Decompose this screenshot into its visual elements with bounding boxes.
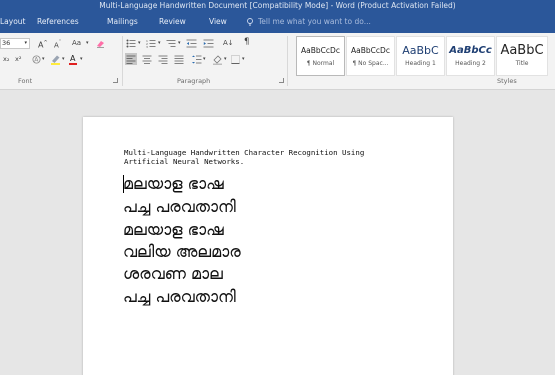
chevron-down-icon[interactable]: ▾ xyxy=(203,54,206,65)
malayalam-line: വലിയ അലമാര xyxy=(123,242,241,261)
paragraph-dialog-launcher-icon[interactable] xyxy=(279,78,284,83)
chevron-down-icon[interactable]: ▾ xyxy=(80,54,83,65)
window-title: Multi-Language Handwritten Document [Com… xyxy=(99,1,456,10)
malayalam-line: മലയാള ഭാഷ xyxy=(123,220,224,239)
chevron-down-icon[interactable]: ▾ xyxy=(24,39,27,48)
style-heading-1[interactable]: AaBbC Heading 1 xyxy=(396,36,445,76)
ribbon-tab-bar: Layout References Mailings Review View T… xyxy=(0,11,555,33)
style-sample: AaBbC xyxy=(402,44,439,57)
chevron-down-icon[interactable]: ▾ xyxy=(242,54,245,65)
malayalam-line: പച്ച പരവതാനി xyxy=(123,287,236,306)
styles-group-label: Styles xyxy=(497,77,517,85)
malayalam-line: ശരവണ മാല xyxy=(123,264,223,283)
font-size-value: 36 xyxy=(2,39,11,47)
document-page[interactable]: Multi-Language Handwritten Character Rec… xyxy=(83,117,453,375)
line-spacing-icon[interactable] xyxy=(192,55,202,64)
highlighter-icon[interactable] xyxy=(50,54,61,65)
shading-icon[interactable] xyxy=(212,54,223,65)
tab-view[interactable]: View xyxy=(209,11,227,33)
font-color-label: A xyxy=(70,54,76,63)
style-sample: AaBbC xyxy=(500,43,544,58)
document-heading-line-1: Multi-Language Handwritten Character Rec… xyxy=(124,148,365,157)
change-case-button[interactable]: Aa xyxy=(72,38,81,49)
chevron-down-icon[interactable]: ▾ xyxy=(158,38,161,49)
sort-icon[interactable]: A↓ xyxy=(223,38,234,49)
document-heading-line-2: Artificial Neural Networks. xyxy=(124,157,245,166)
increase-indent-icon[interactable] xyxy=(203,39,214,48)
decrease-indent-icon[interactable] xyxy=(186,39,197,48)
superscript-icon[interactable]: x² xyxy=(15,54,21,65)
tell-me-search[interactable]: Tell me what you want to do... xyxy=(258,11,371,33)
style-name: Title xyxy=(515,60,529,67)
grow-font-button[interactable]: A^ xyxy=(38,38,48,51)
style-title[interactable]: AaBbC Title xyxy=(496,36,548,76)
style-no-spacing[interactable]: AaBbCcDc ¶ No Spac... xyxy=(346,36,395,76)
align-center-icon[interactable] xyxy=(142,55,152,64)
style-name: ¶ Normal xyxy=(306,60,335,67)
chevron-down-icon[interactable]: ▾ xyxy=(224,54,227,65)
chevron-down-icon[interactable]: ▾ xyxy=(178,38,181,49)
numbering-icon[interactable]: 1 2 3 xyxy=(146,39,156,48)
borders-icon[interactable] xyxy=(231,55,240,64)
style-sample: AaBbCc xyxy=(449,45,492,56)
bullets-icon[interactable] xyxy=(126,39,136,48)
style-sample: AaBbCcDc xyxy=(301,46,340,55)
malayalam-line: പച്ച പരവതാനി xyxy=(123,197,236,216)
shrink-font-button[interactable]: Aˇ xyxy=(54,38,61,51)
chevron-down-icon[interactable]: ▾ xyxy=(42,54,45,65)
show-formatting-marks-icon[interactable]: ¶ xyxy=(244,37,249,48)
svg-text:3: 3 xyxy=(146,45,148,48)
style-name: Heading 2 xyxy=(455,60,486,67)
style-name: ¶ No Spac... xyxy=(352,60,389,67)
malayalam-line: മലയാള ഭാഷ xyxy=(123,174,224,193)
group-divider xyxy=(122,36,123,86)
subscript-icon[interactable]: x₂ xyxy=(3,54,9,65)
group-divider xyxy=(287,36,288,86)
style-name: Heading 1 xyxy=(405,60,436,67)
tab-mailings[interactable]: Mailings xyxy=(107,11,138,33)
ribbon-panel: 36 ▾ A^ Aˇ Aa ▾ x₂ x² A ▾ ▾ A ▾ Font ▾ 1… xyxy=(0,33,555,90)
chevron-down-icon[interactable]: ▾ xyxy=(138,38,141,49)
align-right-icon[interactable] xyxy=(158,55,168,64)
clear-formatting-icon[interactable] xyxy=(96,39,105,48)
tab-layout[interactable]: Layout xyxy=(0,11,26,33)
paragraph-group-label: Paragraph xyxy=(177,77,211,85)
text-effects-icon[interactable]: A xyxy=(32,55,41,64)
style-normal[interactable]: AaBbCcDc ¶ Normal xyxy=(296,36,345,76)
style-sample: AaBbCcDc xyxy=(351,46,390,55)
font-dialog-launcher-icon[interactable] xyxy=(113,78,118,83)
multilevel-list-icon[interactable] xyxy=(166,39,176,48)
lightbulb-icon xyxy=(247,18,253,26)
document-canvas: Multi-Language Handwritten Character Rec… xyxy=(0,90,555,375)
style-heading-2[interactable]: AaBbCc Heading 2 xyxy=(446,36,495,76)
tab-review[interactable]: Review xyxy=(159,11,186,33)
chevron-down-icon[interactable]: ▾ xyxy=(86,38,89,49)
justify-icon[interactable] xyxy=(174,55,184,64)
tab-references[interactable]: References xyxy=(37,11,79,33)
align-left-icon[interactable] xyxy=(126,55,136,64)
chevron-down-icon[interactable]: ▾ xyxy=(62,54,65,65)
title-bar: Multi-Language Handwritten Document [Com… xyxy=(0,0,555,11)
font-size-box[interactable]: 36 ▾ xyxy=(0,38,30,49)
font-group-label: Font xyxy=(18,77,33,85)
font-color-bar xyxy=(69,63,77,65)
